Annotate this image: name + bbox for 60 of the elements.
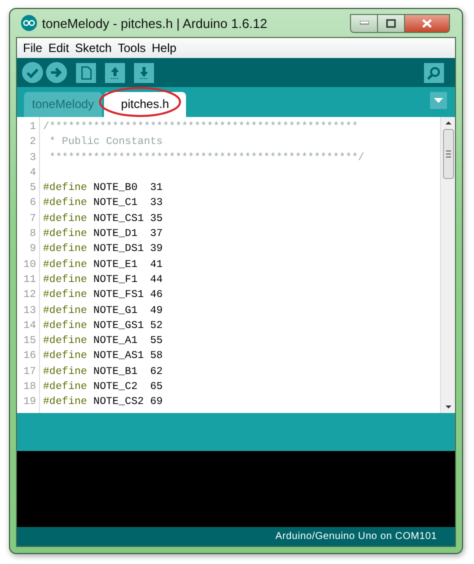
line-number: 3	[28, 150, 37, 166]
line-number: 7	[28, 212, 37, 227]
scrollbar[interactable]	[440, 117, 455, 413]
line-number: 12	[22, 288, 37, 304]
code-comment: *************************************************/	[48, 150, 366, 166]
code-line: #define NOTE_AS1 58	[43, 349, 164, 364]
board-status: Arduino/Genuino Uno on COM101	[275, 531, 437, 542]
save-button[interactable]	[134, 62, 154, 82]
open-button[interactable]	[105, 62, 125, 82]
code-line: #define NOTE_E1 41	[43, 258, 164, 273]
code-line: #define NOTE_A1 55	[43, 334, 164, 350]
code-line: #define NOTE_C1 33	[43, 196, 164, 212]
code-line: #define NOTE_GS1 52	[43, 318, 164, 334]
line-number: 16	[22, 349, 37, 364]
line-number: 1	[28, 120, 37, 135]
line-number: 17	[22, 364, 37, 380]
minimize-button[interactable]	[350, 14, 378, 32]
code-line: #define NOTE_CS2 69	[43, 395, 164, 410]
line-number: 6	[28, 196, 37, 212]
scroll-thumb[interactable]	[442, 129, 454, 179]
line-number: 10	[22, 258, 37, 273]
line-number: 2	[28, 135, 37, 150]
line-number: 19	[22, 395, 37, 410]
code-comment: * Public Constants	[48, 135, 164, 150]
line-number: 14	[22, 318, 37, 334]
code-line: #define NOTE_F1 44	[43, 272, 164, 288]
menu-item[interactable]: Tools	[114, 41, 149, 55]
line-number: 5	[28, 181, 37, 196]
line-number: 8	[28, 227, 37, 242]
code-line: #define NOTE_B0 31	[43, 181, 164, 196]
serial-monitor-button[interactable]	[424, 62, 444, 82]
maximize-button[interactable]	[378, 14, 405, 32]
code-line: #define NOTE_DS1 39	[43, 242, 164, 258]
upload-button[interactable]	[46, 62, 67, 83]
line-number: 4	[28, 166, 37, 181]
close-button[interactable]	[405, 14, 450, 32]
line-number: 11	[22, 272, 37, 288]
minimize-icon	[360, 21, 368, 25]
line-number: 18	[22, 380, 37, 396]
code-comment: /*************************************************	[43, 120, 360, 135]
code-line: #define NOTE_G1 49	[43, 304, 164, 319]
code-line: #define NOTE_CS1 35	[43, 212, 164, 227]
menu-item[interactable]: Help	[148, 41, 180, 55]
line-number: 13	[22, 304, 37, 319]
code-line: #define NOTE_FS1 46	[43, 288, 164, 304]
menu-item[interactable]: File	[20, 41, 46, 55]
maximize-icon	[386, 18, 396, 28]
menu-item[interactable]: Sketch	[72, 41, 115, 55]
new-file-button[interactable]	[76, 62, 96, 82]
verify-button[interactable]	[22, 62, 43, 83]
line-number: 15	[22, 334, 37, 350]
window-title: toneMelody - pitches.h | Arduino 1.6.12	[42, 16, 268, 30]
tab-menu-button[interactable]	[430, 92, 447, 109]
code-line: #define NOTE_D1 37	[43, 227, 164, 242]
code-line: #define NOTE_B1 62	[43, 364, 164, 380]
menu-item[interactable]: Edit	[45, 41, 72, 55]
line-number: 9	[28, 242, 37, 258]
code-line: #define NOTE_C2 65	[43, 380, 164, 396]
close-icon	[422, 18, 432, 28]
app-logo-icon	[21, 15, 37, 31]
